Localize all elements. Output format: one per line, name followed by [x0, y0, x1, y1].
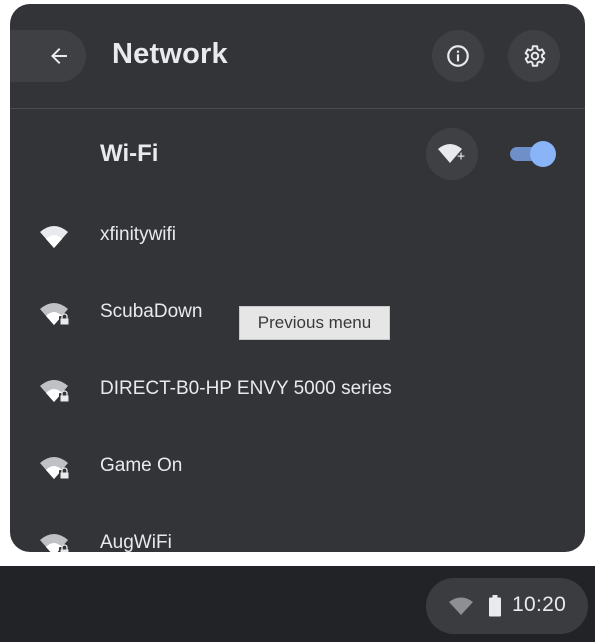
wifi-signal-icon — [40, 226, 68, 248]
network-name: ScubaDown — [100, 301, 203, 322]
tooltip: Previous menu — [239, 306, 390, 340]
battery-icon — [489, 595, 501, 617]
gear-icon — [524, 45, 546, 67]
network-name: AugWiFi — [100, 532, 172, 552]
status-tray[interactable]: 10:20 — [426, 578, 588, 634]
wifi-secured-icon — [40, 380, 70, 402]
network-list: xfinitywifi ScubaDown DIRECT-B0-HP ENVY … — [10, 200, 585, 552]
info-icon — [447, 45, 469, 67]
settings-button[interactable] — [508, 30, 560, 82]
add-network-button[interactable] — [426, 128, 478, 180]
network-name: DIRECT-B0-HP ENVY 5000 series — [100, 378, 392, 399]
network-item-xfinitywifi[interactable]: xfinitywifi — [10, 200, 585, 277]
wifi-row: Wi-Fi — [10, 128, 585, 184]
wifi-add-icon — [438, 144, 465, 163]
header-divider — [10, 108, 585, 109]
page-title: Network — [112, 38, 228, 70]
network-name: Game On — [100, 455, 183, 476]
wifi-toggle[interactable] — [508, 140, 558, 168]
clock: 10:20 — [512, 593, 567, 616]
network-name: xfinitywifi — [100, 224, 177, 245]
network-item-augwifi[interactable]: AugWiFi — [10, 508, 585, 552]
network-panel: Network Wi-Fi xfinitywifi ScubaDown DIRE… — [10, 4, 585, 552]
wifi-icon — [449, 597, 473, 615]
network-item-direct-hp[interactable]: DIRECT-B0-HP ENVY 5000 series — [10, 354, 585, 431]
wifi-secured-icon — [40, 534, 70, 552]
back-button[interactable] — [10, 30, 86, 82]
wifi-secured-icon — [40, 457, 70, 479]
info-button[interactable] — [432, 30, 484, 82]
arrow-back-icon — [51, 48, 67, 64]
wifi-secured-icon — [40, 303, 70, 325]
wifi-label: Wi-Fi — [100, 140, 159, 167]
toggle-knob — [530, 141, 556, 167]
network-item-game-on[interactable]: Game On — [10, 431, 585, 508]
network-header: Network — [10, 4, 585, 108]
shelf: 10:20 — [0, 566, 595, 642]
